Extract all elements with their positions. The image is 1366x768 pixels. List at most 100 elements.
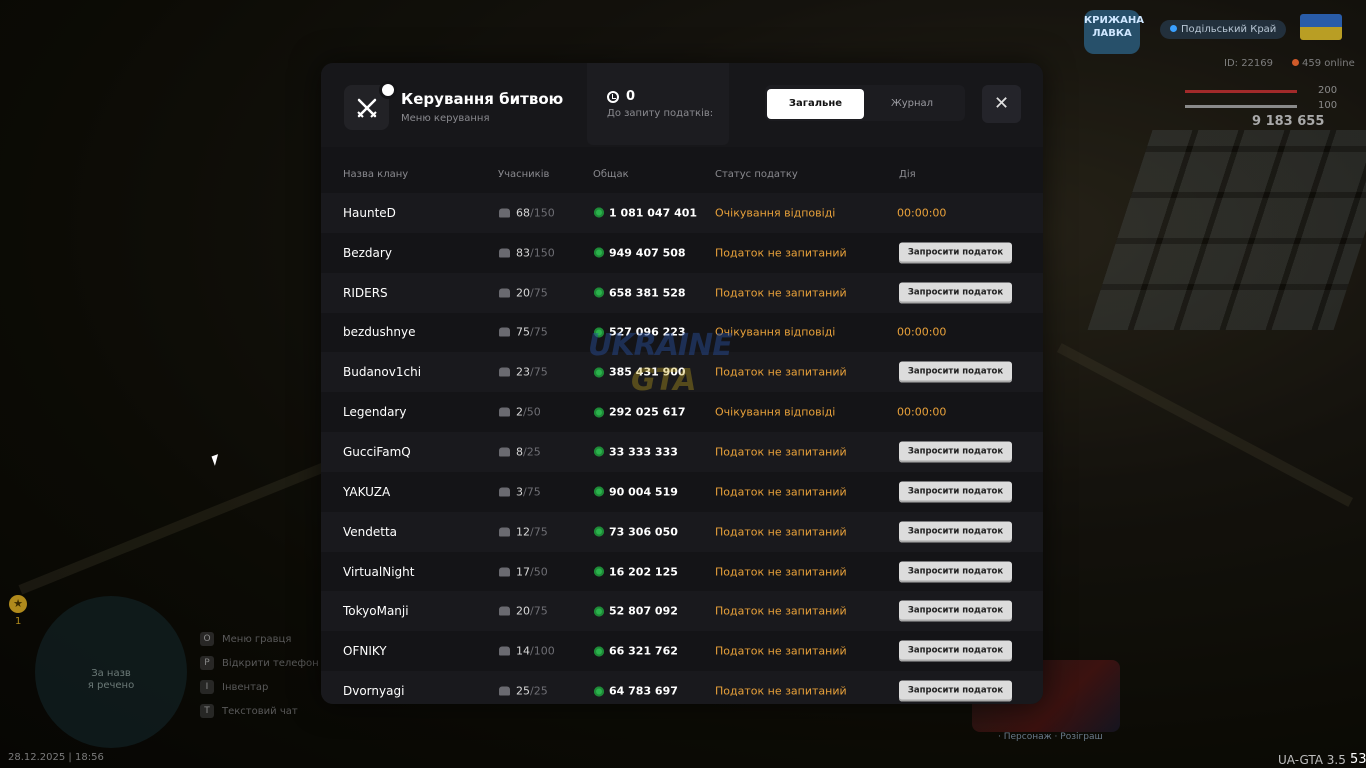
members-current: 17 [516,565,530,579]
request-tax-button[interactable]: Запросити податок [899,680,1012,702]
clan-name: HaunteD [343,205,396,220]
clan-fund: 52 807 092 [594,605,678,618]
hint-label: Текстовий чат [222,705,298,717]
shop-logo[interactable]: КРИЖАНА ЛАВКА [1084,10,1144,54]
tab-general[interactable]: Загальне [767,89,864,119]
clan-name: GucciFamQ [343,444,411,459]
clan-name: RIDERS [343,285,388,300]
header-fund: Общак [593,169,629,180]
request-tax-button[interactable]: Запросити податок [899,481,1012,503]
clan-members: 68/150 [499,206,555,219]
action-timer: 00:00:00 [897,206,947,220]
fund-amount: 64 783 697 [609,684,678,698]
table-row: TokyoManji 20/75 52 807 092 Податок не запи… [321,591,1043,632]
health-value: 200 [1318,85,1338,96]
flag-icon [1300,14,1342,40]
clan-name: bezdushnye [343,325,416,340]
clan-fund: 658 381 528 [594,286,686,299]
tab-journal[interactable]: Журнал [869,89,955,119]
clan-name: Bezdary [343,245,392,260]
tax-status: Очікування відповіді [715,325,836,339]
fund-amount: 1 081 047 401 [609,206,698,220]
clock-icon [607,90,619,103]
clan-name: YAKUZA [343,484,391,499]
request-tax-button[interactable]: Запросити податок [899,521,1012,543]
money-coin-icon [594,646,604,657]
table-row: OFNIKY 14/100 66 321 762 Податок не запитан… [321,631,1043,672]
members-icon [499,367,510,377]
online-dot-icon [1292,59,1299,66]
action-timer: 00:00:00 [897,325,947,339]
money-coin-icon [594,407,604,418]
tax-status: Податок не запитаний [715,525,847,539]
members-icon [499,288,510,298]
fund-amount: 949 407 508 [609,246,686,260]
money-coin-icon [594,486,604,497]
fund-amount: 66 321 762 [609,644,678,658]
tax-timer-label: До запиту податків: [607,108,714,119]
fund-amount: 16 202 125 [609,565,678,579]
request-tax-button[interactable]: Запросити податок [899,441,1012,463]
hint-label: Інвентар [222,681,269,693]
money-coin-icon [594,207,604,218]
money-coin-icon [594,287,604,298]
request-tax-button[interactable]: Запросити податок [899,361,1012,383]
members-current: 2 [516,405,523,419]
tax-status: Податок не запитаний [715,485,847,499]
clan-name: TokyoManji [343,604,409,619]
clan-members: 8/25 [499,445,541,458]
request-tax-button[interactable]: Запросити податок [899,640,1012,662]
fund-amount: 33 333 333 [609,445,678,459]
fund-amount: 52 807 092 [609,604,678,618]
online-count: 459 online [1292,58,1355,69]
settings-badge-icon [379,81,397,99]
server-name: Подільський Край [1181,24,1277,35]
clan-members: 83/150 [499,246,555,259]
table-row: Vendetta 12/75 73 306 050 Податок не запита… [321,511,1043,552]
money-coin-icon [594,446,604,457]
clan-name: OFNIKY [343,644,387,659]
members-max: /50 [530,565,548,579]
members-icon [499,248,510,258]
table-row: Budanov1chi 23/75 385 431 900 Податок не за… [321,352,1043,393]
clan-members: 3/75 [499,485,541,498]
clan-fund: 16 202 125 [594,565,678,578]
request-tax-button[interactable]: Запросити податок [899,242,1012,264]
star-count: 1 [15,616,22,627]
minimap-text-1: За назв [91,668,131,679]
members-icon [499,686,510,696]
header-clan-name: Назва клану [343,169,409,180]
fps-counter: 53 [1350,752,1366,767]
request-tax-button[interactable]: Запросити податок [899,282,1012,304]
members-current: 75 [516,325,530,339]
modal-header: Керування битвою Меню керування 0 До зап… [321,63,1043,147]
request-tax-button[interactable]: Запросити податок [899,561,1012,583]
close-button[interactable]: ✕ [982,85,1021,123]
hint-item: T Текстовий чат [200,699,319,723]
clan-fund: 292 025 617 [594,406,686,419]
action-timer: 00:00:00 [897,405,947,419]
tax-status: Податок не запитаний [715,286,847,300]
fund-amount: 73 306 050 [609,525,678,539]
hint-key: O [200,632,214,646]
clan-members: 20/75 [499,605,548,618]
clan-fund: 64 783 697 [594,685,678,698]
table-row: YAKUZA 3/75 90 004 519 Податок не запитаний… [321,471,1043,512]
clan-members: 14/100 [499,645,555,658]
table-row: HaunteD 68/150 1 081 047 401 Очікування від… [321,193,1043,233]
hint-item: I Інвентар [200,675,319,699]
giveaway-label: · Персонаж · Розіграш [998,732,1103,742]
members-current: 68 [516,206,530,220]
player-id: ID: 22169 [1224,58,1274,69]
battle-management-modal: Керування битвою Меню керування 0 До зап… [321,63,1043,704]
members-current: 83 [516,246,530,260]
crossed-swords-icon [344,81,397,130]
tax-timer-value: 0 [607,89,635,104]
modal-title: Керування битвою [401,90,564,108]
members-max: /75 [530,525,548,539]
fund-amount: 292 025 617 [609,405,686,419]
request-tax-button[interactable]: Запросити податок [899,600,1012,622]
online-text: 459 online [1302,58,1355,69]
members-icon [499,327,510,337]
clan-fund: 385 431 900 [594,366,686,379]
